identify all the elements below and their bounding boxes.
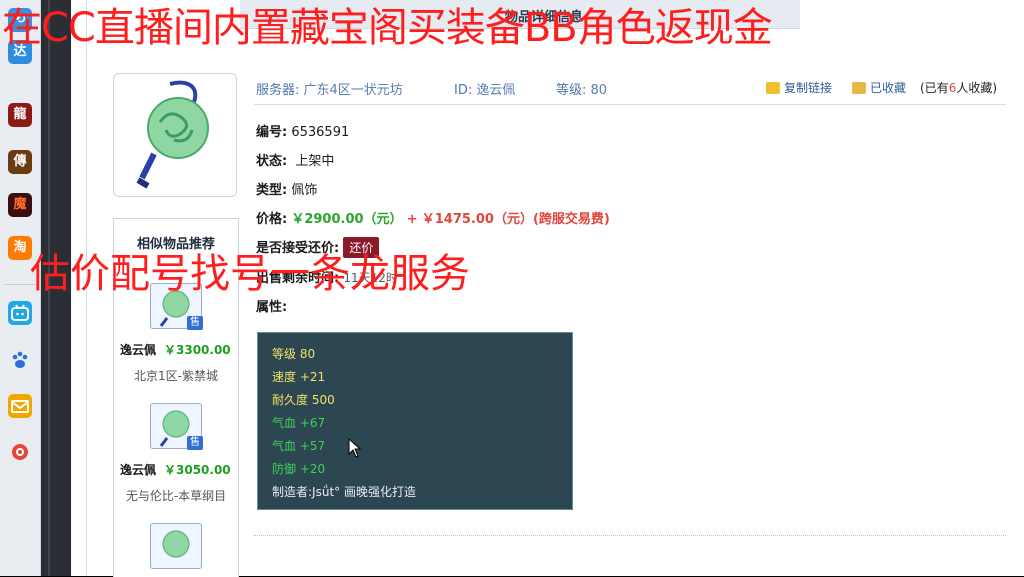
level-info: 等级: 80: [556, 79, 607, 98]
attr-label: 属性:: [256, 300, 288, 315]
collected-label: 已收藏: [870, 81, 907, 95]
attr-row: 属性:: [256, 296, 287, 315]
sale-tag: 售: [187, 316, 203, 330]
price-main: ￥2900.00（元）: [291, 212, 403, 227]
game-legend-icon[interactable]: 傳: [8, 150, 32, 174]
similar-item-thumb[interactable]: 售: [150, 403, 203, 450]
promo-banner-top: 在CC直播间内置藏宝阁买装备BB角色返现金: [2, 5, 773, 51]
level-label: 等级:: [556, 83, 587, 98]
collect-count-suffix: 人收藏): [956, 81, 998, 95]
attr-durability: 耐久度 500: [272, 393, 335, 407]
attr-hp-2: 气血 +57: [272, 439, 326, 453]
mail-icon[interactable]: [8, 394, 32, 418]
promo-banner-mid: 估价配号找号一条龙服务: [30, 251, 470, 297]
collect-count: (已有6人收藏): [920, 79, 997, 96]
similar-item-server: 北京1区-紫禁城: [134, 369, 218, 383]
level-value: 80: [590, 83, 608, 98]
similar-item-thumb[interactable]: [150, 523, 202, 569]
header-divider: [254, 104, 1006, 105]
item-image-card: [113, 73, 237, 197]
attr-hp-1: 气血 +67: [272, 416, 326, 430]
item-number-row: 编号: 6536591: [256, 121, 349, 140]
mouse-cursor-icon: [348, 438, 362, 458]
server-value: 广东4区一状元坊: [303, 83, 403, 98]
collect-count-prefix: (已有: [920, 81, 949, 95]
price-plus: +: [406, 212, 418, 227]
attr-maker: 制造者:Jsǘt° 画晚强化打造: [272, 485, 416, 499]
weibo-icon[interactable]: [8, 440, 32, 464]
bottom-divider: [254, 535, 1006, 537]
server-info: 服务器: 广东4区一状元坊: [256, 79, 403, 98]
similar-item-name[interactable]: 逸云佩: [120, 461, 156, 478]
game-fire-icon[interactable]: 魔: [8, 193, 32, 217]
jade-pendant-image: [136, 80, 209, 189]
attr-speed: 速度 +21: [272, 370, 326, 384]
copy-link-label: 复制链接: [784, 81, 833, 95]
item-id-info: ID: 逸云佩: [454, 79, 515, 98]
price-row: 价格: ￥2900.00（元） + ￥1475.00（元）(跨服交易费): [256, 208, 610, 227]
cc-logo-icon: [900, 20, 940, 60]
similar-item-name[interactable]: 逸云佩: [120, 341, 156, 358]
item-number-label: 编号:: [256, 125, 288, 140]
similar-item-price: ￥3300.00: [164, 343, 231, 357]
status-label: 状态:: [256, 154, 288, 169]
price-label: 价格:: [256, 212, 288, 227]
baidu-paw-icon[interactable]: [8, 348, 32, 372]
server-label: 服务器:: [256, 83, 300, 98]
type-label: 类型:: [256, 183, 288, 198]
copy-link-icon: [766, 82, 780, 94]
taobao-icon[interactable]: 淘: [8, 236, 32, 260]
attribute-box: 等级 80 速度 +21 耐久度 500 气血 +67 气血 +57 防御 +2…: [257, 332, 573, 510]
attr-defense: 防御 +20: [272, 462, 326, 476]
game-dragon-icon[interactable]: 龍: [8, 103, 32, 127]
status-value: 上架中: [295, 154, 335, 169]
copy-link-button[interactable]: 复制链接: [766, 79, 832, 96]
cc-live-watermark: CC直播 CC直播: [898, 12, 1014, 72]
attr-level: 等级 80: [272, 347, 316, 361]
type-value: 佩饰: [291, 183, 318, 198]
type-row: 类型: 佩饰: [256, 179, 317, 198]
sale-tag: 售: [187, 436, 203, 450]
item-number-value: 6536591: [291, 125, 350, 140]
status-row: 状态: 上架中: [256, 150, 334, 169]
id-value: 逸云佩: [476, 83, 516, 98]
similar-item-price: ￥3050.00: [164, 463, 231, 477]
screen: ⟲ 达 龍 傳 魔 淘 物品详细信息 相似物品推荐 售 逸云佩 ￥3300.00…: [0, 0, 1024, 577]
cc-logo-text-shadow: CC直播: [942, 46, 1012, 70]
similar-item-server: 无与伦比-本草纲目: [125, 489, 227, 503]
id-label: ID:: [454, 83, 473, 98]
collect-icon: [852, 82, 866, 94]
similar-title: 相似物品推荐: [136, 237, 215, 252]
bilibili-icon[interactable]: [8, 301, 32, 325]
price-fee: ￥1475.00（元）(跨服交易费): [421, 212, 610, 227]
collect-button[interactable]: 已收藏: [852, 79, 906, 96]
